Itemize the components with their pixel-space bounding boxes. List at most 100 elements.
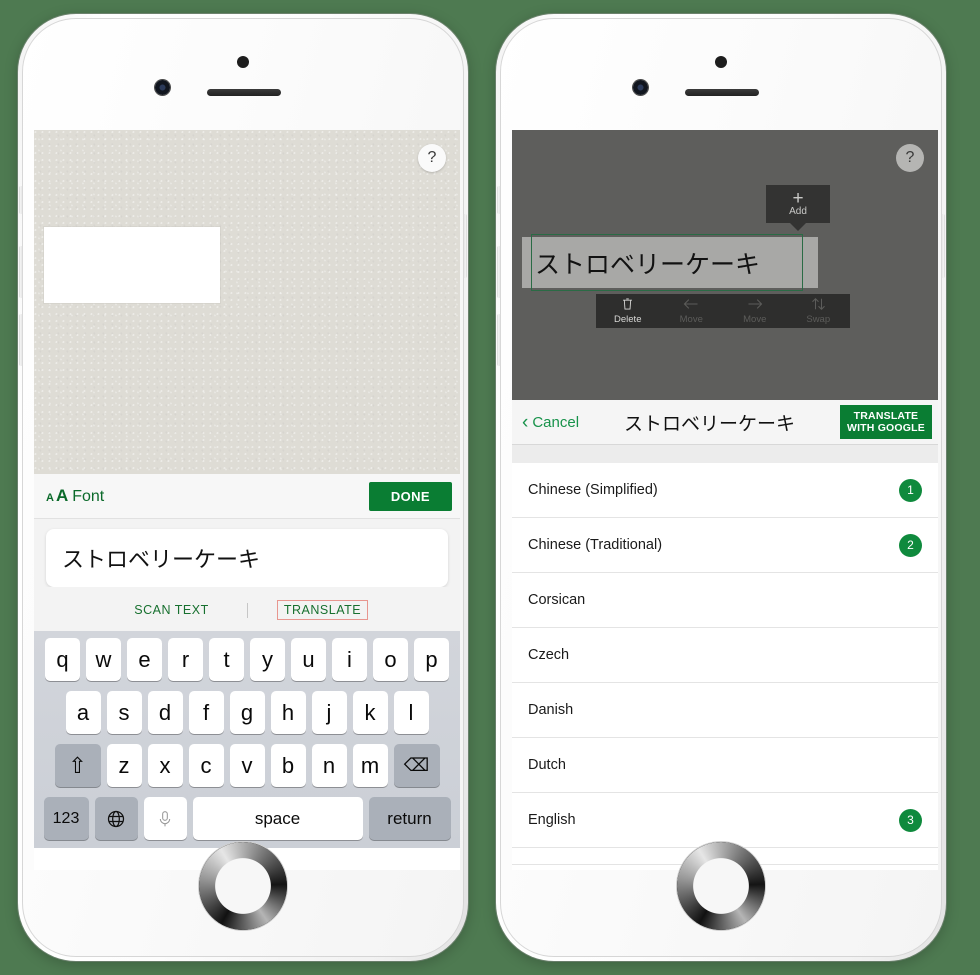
language-name: Danish bbox=[528, 702, 574, 718]
key-n[interactable]: n bbox=[311, 744, 347, 787]
key-z[interactable]: z bbox=[106, 744, 142, 787]
list-item[interactable]: Corsican bbox=[512, 573, 938, 628]
key-o[interactable]: o bbox=[373, 638, 408, 681]
earpiece-speaker-icon bbox=[685, 89, 759, 96]
done-button[interactable]: DONE bbox=[368, 481, 452, 511]
list-item[interactable]: English 3 bbox=[512, 793, 938, 848]
key-c[interactable]: c bbox=[188, 744, 224, 787]
translate-navbar: ‹ Cancel ストロベリーケーキ TRANSLATE WITH GOOGLE bbox=[512, 400, 938, 445]
list-item[interactable]: Chinese (Traditional) 2 bbox=[512, 518, 938, 573]
return-key[interactable]: return bbox=[368, 797, 451, 840]
list-item[interactable]: Chinese (Simplified) 1 bbox=[512, 463, 938, 518]
key-a[interactable]: a bbox=[65, 691, 101, 734]
help-icon[interactable]: ? bbox=[418, 144, 446, 172]
volume-down-button-right[interactable] bbox=[497, 314, 501, 366]
photo-canvas[interactable]: ? bbox=[34, 130, 460, 474]
key-x[interactable]: x bbox=[147, 744, 183, 787]
volume-down-button-left[interactable] bbox=[19, 314, 23, 366]
key-u[interactable]: u bbox=[291, 638, 326, 681]
screen-right: ? + Add ストロベリーケーキ Delete Move Move Swap … bbox=[512, 130, 938, 870]
proximity-sensor-icon bbox=[237, 56, 249, 68]
cancel-label: Cancel bbox=[532, 413, 580, 431]
shift-key[interactable]: ⇧ bbox=[54, 744, 101, 787]
action-row: SCAN TEXT TRANSLATE bbox=[34, 587, 460, 631]
translate-line-2: WITH GOOGLE bbox=[846, 422, 925, 434]
status-badge: 3 bbox=[899, 808, 922, 832]
delete-tool[interactable]: Delete bbox=[596, 294, 660, 328]
key-t[interactable]: t bbox=[209, 638, 244, 681]
list-item[interactable]: Dutch bbox=[512, 738, 938, 793]
move-right-tool-label: Move bbox=[743, 314, 767, 325]
proximity-sensor-icon bbox=[715, 56, 727, 68]
chevron-left-icon: ‹ bbox=[522, 411, 529, 433]
globe-icon[interactable] bbox=[94, 797, 138, 840]
language-name: Czech bbox=[528, 647, 570, 663]
font-label-text: Font bbox=[72, 488, 105, 505]
translate-button-wrap: TRANSLATE bbox=[248, 600, 398, 620]
language-name: Dutch bbox=[528, 757, 566, 773]
key-j[interactable]: j bbox=[311, 691, 347, 734]
key-p[interactable]: p bbox=[414, 638, 449, 681]
text-edit-zone: ストロベリーケーキ bbox=[34, 519, 460, 587]
language-name: Chinese (Simplified) bbox=[528, 482, 658, 498]
selected-text-block[interactable]: ストロベリーケーキ bbox=[531, 234, 803, 291]
key-e[interactable]: e bbox=[127, 638, 162, 681]
translate-button[interactable]: TRANSLATE bbox=[276, 600, 369, 620]
key-d[interactable]: d bbox=[147, 691, 183, 734]
volume-up-button-right[interactable] bbox=[497, 246, 501, 298]
status-badge: 2 bbox=[899, 533, 922, 557]
earpiece-speaker-icon bbox=[207, 89, 281, 96]
swap-tool[interactable]: Swap bbox=[787, 294, 851, 328]
key-f[interactable]: f bbox=[188, 691, 224, 734]
key-g[interactable]: g bbox=[229, 691, 265, 734]
help-icon[interactable]: ? bbox=[896, 144, 924, 172]
cancel-button[interactable]: ‹ Cancel bbox=[522, 413, 579, 432]
space-key[interactable]: space bbox=[192, 797, 363, 840]
arrow-left-icon bbox=[683, 297, 699, 313]
microphone-icon[interactable] bbox=[143, 797, 187, 840]
key-r[interactable]: r bbox=[168, 638, 203, 681]
selected-text-block-placeholder[interactable] bbox=[44, 227, 220, 303]
front-camera-icon bbox=[633, 80, 648, 95]
key-q[interactable]: q bbox=[45, 638, 80, 681]
on-screen-keyboard[interactable]: q w e r t y u i o p a s d f g h j k l ⇧ … bbox=[34, 631, 460, 848]
screen-left: ? AA Font DONE ストロベリーケーキ SCAN TEXT TRANS… bbox=[34, 130, 460, 870]
text-input-field[interactable]: ストロベリーケーキ bbox=[46, 529, 448, 587]
home-button-left[interactable] bbox=[202, 845, 284, 927]
phone-body-left: ? AA Font DONE ストロベリーケーキ SCAN TEXT TRANS… bbox=[19, 18, 467, 957]
move-right-tool[interactable]: Move bbox=[723, 294, 787, 328]
silent-switch-left[interactable] bbox=[19, 186, 23, 214]
home-button-right[interactable] bbox=[680, 845, 762, 927]
scan-text-button[interactable]: SCAN TEXT bbox=[97, 603, 247, 617]
image-editor-canvas[interactable]: ? + Add ストロベリーケーキ Delete Move Move Swap bbox=[512, 130, 938, 400]
power-button-left[interactable] bbox=[463, 214, 467, 278]
language-name: Chinese (Traditional) bbox=[528, 537, 663, 553]
numbers-key[interactable]: 123 bbox=[43, 797, 89, 840]
key-y[interactable]: y bbox=[250, 638, 285, 681]
move-left-tool[interactable]: Move bbox=[660, 294, 724, 328]
language-list[interactable]: Chinese (Simplified) 1 Chinese (Traditio… bbox=[512, 463, 938, 865]
status-badge: 1 bbox=[899, 478, 922, 502]
translate-line-1: TRANSLATE bbox=[853, 410, 919, 422]
key-m[interactable]: m bbox=[352, 744, 388, 787]
keyboard-row-1: q w e r t y u i o p bbox=[37, 638, 457, 681]
add-tooltip[interactable]: + Add bbox=[766, 185, 830, 231]
key-k[interactable]: k bbox=[352, 691, 388, 734]
key-w[interactable]: w bbox=[86, 638, 121, 681]
list-item[interactable]: Czech bbox=[512, 628, 938, 683]
swap-icon bbox=[811, 297, 826, 313]
key-v[interactable]: v bbox=[229, 744, 265, 787]
volume-up-button-left[interactable] bbox=[19, 246, 23, 298]
power-button-right[interactable] bbox=[941, 214, 945, 278]
key-l[interactable]: l bbox=[393, 691, 429, 734]
list-item[interactable]: Danish bbox=[512, 683, 938, 738]
translate-with-google-button[interactable]: TRANSLATE WITH GOOGLE bbox=[839, 405, 932, 439]
key-s[interactable]: s bbox=[106, 691, 142, 734]
silent-switch-right[interactable] bbox=[497, 186, 501, 214]
key-b[interactable]: b bbox=[270, 744, 306, 787]
font-button[interactable]: AA Font bbox=[46, 486, 104, 506]
key-h[interactable]: h bbox=[270, 691, 306, 734]
key-i[interactable]: i bbox=[332, 638, 367, 681]
front-camera-icon bbox=[155, 80, 170, 95]
backspace-key[interactable]: ⌫ bbox=[393, 744, 440, 787]
